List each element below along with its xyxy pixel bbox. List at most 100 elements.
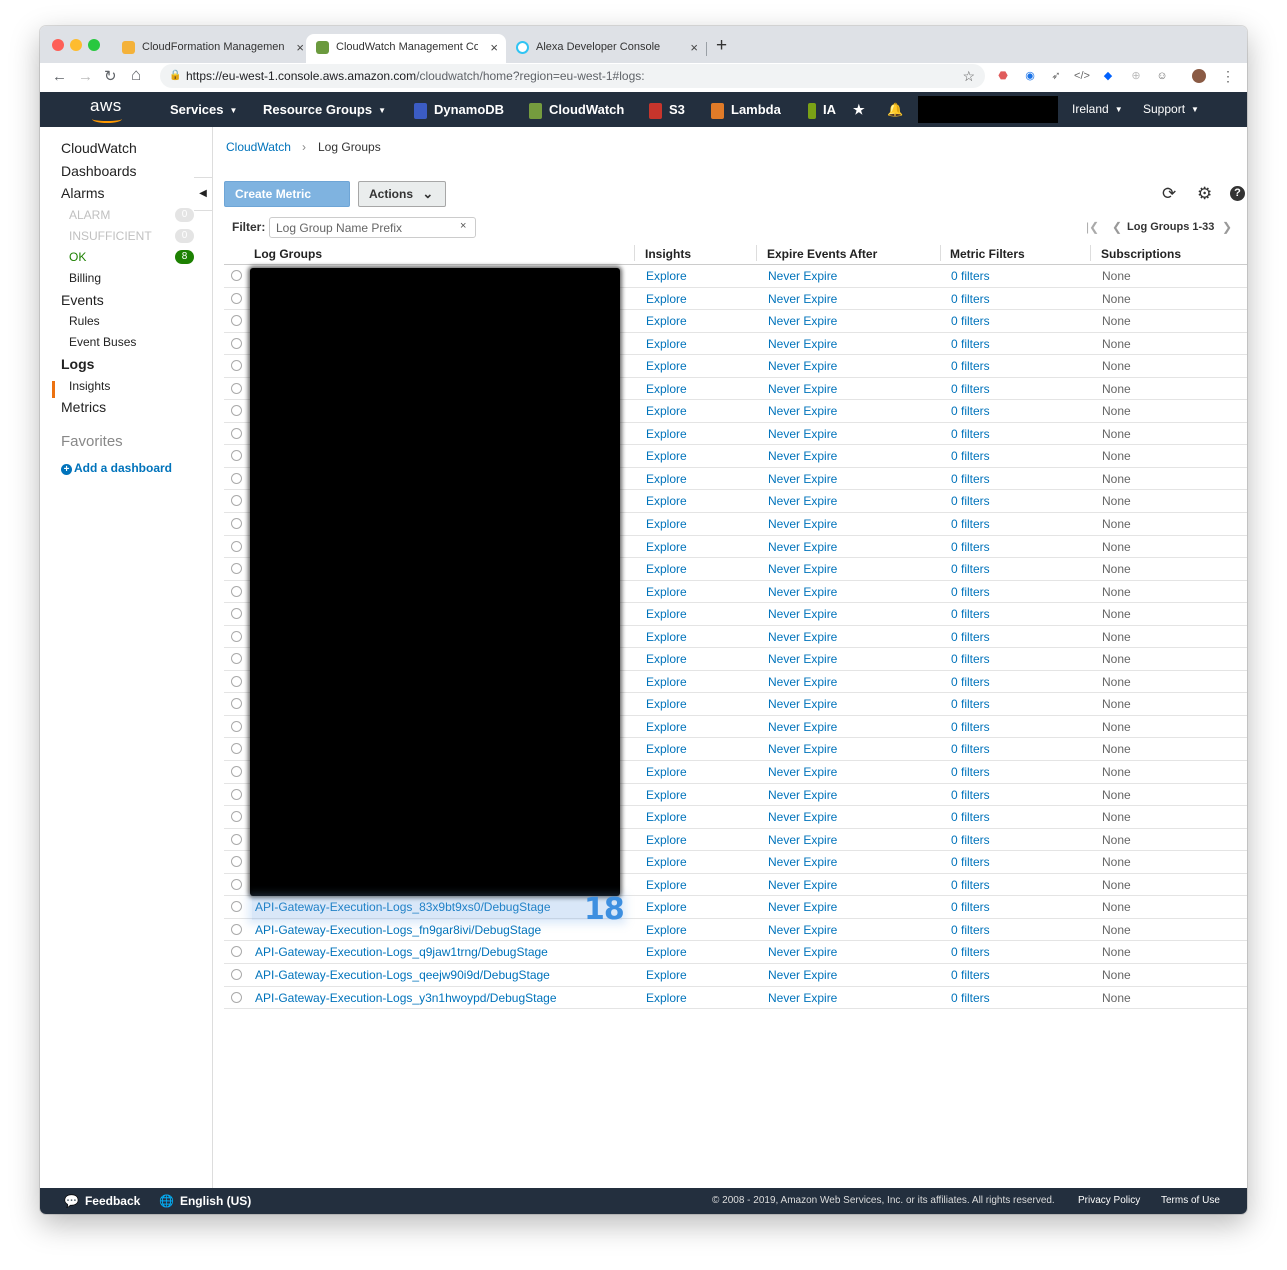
region-menu[interactable]: Ireland ▼ bbox=[1072, 92, 1123, 127]
sidebar-item-ok[interactable]: OK bbox=[69, 250, 86, 264]
expire-events-link[interactable]: Never Expire bbox=[768, 855, 837, 869]
tab-alexa[interactable]: Alexa Developer Console × bbox=[506, 34, 706, 63]
metric-filters-link[interactable]: 0 filters bbox=[951, 269, 990, 283]
sidebar-item-insufficient[interactable]: INSUFFICIENT bbox=[69, 229, 152, 243]
explore-insights-link[interactable]: Explore bbox=[646, 991, 687, 1005]
expire-events-link[interactable]: Never Expire bbox=[768, 382, 837, 396]
breadcrumb-cloudwatch-link[interactable]: CloudWatch bbox=[226, 140, 291, 154]
log-group-filter-input[interactable] bbox=[269, 217, 476, 238]
metric-filters-link[interactable]: 0 filters bbox=[951, 652, 990, 666]
extension-icon[interactable]: ⬣ bbox=[995, 68, 1011, 84]
metric-filters-link[interactable]: 0 filters bbox=[951, 449, 990, 463]
explore-insights-link[interactable]: Explore bbox=[646, 652, 687, 666]
metric-filters-link[interactable]: 0 filters bbox=[951, 675, 990, 689]
row-select-radio[interactable] bbox=[231, 878, 242, 890]
explore-insights-link[interactable]: Explore bbox=[646, 945, 687, 959]
url-bar[interactable]: 🔒 https://eu-west-1.console.aws.amazon.c… bbox=[160, 64, 985, 88]
close-tab-icon[interactable]: × bbox=[690, 34, 698, 61]
tab-cloudwatch[interactable]: CloudWatch Management Console × bbox=[306, 34, 506, 63]
sidebar-item-events[interactable]: Events bbox=[61, 292, 104, 308]
row-select-radio[interactable] bbox=[231, 653, 242, 665]
expire-events-link[interactable]: Never Expire bbox=[768, 540, 837, 554]
language-selector[interactable]: 🌐 English (US) bbox=[159, 1188, 251, 1214]
close-window-button[interactable] bbox=[52, 39, 64, 51]
expire-events-link[interactable]: Never Expire bbox=[768, 517, 837, 531]
first-page-icon[interactable]: |❮ bbox=[1086, 220, 1099, 234]
table-row[interactable]: API-Gateway-Execution-Logs_fn9gar8ivi/De… bbox=[224, 919, 1247, 942]
close-tab-icon[interactable]: × bbox=[296, 34, 304, 61]
expire-events-link[interactable]: Never Expire bbox=[768, 269, 837, 283]
row-select-radio[interactable] bbox=[231, 720, 242, 732]
metric-filters-link[interactable]: 0 filters bbox=[951, 968, 990, 982]
row-select-radio[interactable] bbox=[231, 608, 242, 620]
explore-insights-link[interactable]: Explore bbox=[646, 494, 687, 508]
explore-insights-link[interactable]: Explore bbox=[646, 449, 687, 463]
expire-events-link[interactable]: Never Expire bbox=[768, 630, 837, 644]
bell-icon[interactable]: 🔔 bbox=[887, 92, 903, 127]
sidebar-item-insights[interactable]: Insights bbox=[69, 379, 110, 393]
row-select-radio[interactable] bbox=[231, 991, 242, 1003]
row-select-radio[interactable] bbox=[231, 382, 242, 394]
gear-icon[interactable]: ⚙ bbox=[1197, 184, 1212, 204]
expire-events-link[interactable]: Never Expire bbox=[768, 900, 837, 914]
row-select-radio[interactable] bbox=[231, 923, 242, 935]
metric-filters-link[interactable]: 0 filters bbox=[951, 607, 990, 621]
rocket-extension-icon[interactable]: ➶ bbox=[1048, 68, 1064, 84]
sidebar-item-alarms[interactable]: Alarms bbox=[61, 185, 105, 201]
explore-insights-link[interactable]: Explore bbox=[646, 810, 687, 824]
expire-events-link[interactable]: Never Expire bbox=[768, 923, 837, 937]
explore-insights-link[interactable]: Explore bbox=[646, 359, 687, 373]
row-select-radio[interactable] bbox=[231, 495, 242, 507]
row-select-radio[interactable] bbox=[231, 630, 242, 642]
explore-insights-link[interactable]: Explore bbox=[646, 427, 687, 441]
log-group-name-link[interactable]: API-Gateway-Execution-Logs_fn9gar8ivi/De… bbox=[255, 923, 541, 937]
sidebar-item-alarm[interactable]: ALARM bbox=[69, 208, 110, 222]
privacy-policy-link[interactable]: Privacy Policy bbox=[1078, 1188, 1140, 1214]
metric-filters-link[interactable]: 0 filters bbox=[951, 788, 990, 802]
support-menu[interactable]: Support ▼ bbox=[1143, 92, 1199, 127]
new-tab-button[interactable]: + bbox=[716, 33, 727, 59]
code-extension-icon[interactable]: </> bbox=[1074, 68, 1090, 84]
expire-events-link[interactable]: Never Expire bbox=[768, 675, 837, 689]
expire-events-link[interactable]: Never Expire bbox=[768, 607, 837, 621]
pin-icon[interactable]: ★ bbox=[853, 92, 865, 127]
row-select-radio[interactable] bbox=[231, 743, 242, 755]
row-select-radio[interactable] bbox=[231, 540, 242, 552]
expire-events-link[interactable]: Never Expire bbox=[768, 494, 837, 508]
expire-events-link[interactable]: Never Expire bbox=[768, 359, 837, 373]
explore-insights-link[interactable]: Explore bbox=[646, 878, 687, 892]
row-select-radio[interactable] bbox=[231, 856, 242, 868]
expire-events-link[interactable]: Never Expire bbox=[768, 427, 837, 441]
metric-filters-link[interactable]: 0 filters bbox=[951, 517, 990, 531]
shortcut-ia[interactable]: IA bbox=[808, 92, 836, 127]
reload-icon[interactable]: ↻ bbox=[104, 67, 117, 87]
explore-insights-link[interactable]: Explore bbox=[646, 900, 687, 914]
shortcut-lambda[interactable]: Lambda bbox=[711, 92, 781, 127]
sidebar-item-dashboards[interactable]: Dashboards bbox=[61, 163, 137, 179]
column-header-metric-filters[interactable]: Metric Filters bbox=[950, 247, 1025, 261]
sidebar-item-billing[interactable]: Billing bbox=[69, 271, 101, 285]
feedback-link[interactable]: 💬 Feedback bbox=[64, 1188, 140, 1214]
row-select-radio[interactable] bbox=[231, 675, 242, 687]
expire-events-link[interactable]: Never Expire bbox=[768, 562, 837, 576]
metric-filters-link[interactable]: 0 filters bbox=[951, 630, 990, 644]
row-select-radio[interactable] bbox=[231, 427, 242, 439]
table-row[interactable]: API-Gateway-Execution-Logs_q9jaw1trng/De… bbox=[224, 941, 1247, 964]
metric-filters-link[interactable]: 0 filters bbox=[951, 404, 990, 418]
explore-insights-link[interactable]: Explore bbox=[646, 292, 687, 306]
expire-events-link[interactable]: Never Expire bbox=[768, 742, 837, 756]
maximize-window-button[interactable] bbox=[88, 39, 100, 51]
metric-filters-link[interactable]: 0 filters bbox=[951, 991, 990, 1005]
column-header-log-groups[interactable]: Log Groups bbox=[254, 247, 322, 261]
shortcut-cloudwatch[interactable]: CloudWatch bbox=[529, 92, 624, 127]
expire-events-link[interactable]: Never Expire bbox=[768, 697, 837, 711]
metric-filters-link[interactable]: 0 filters bbox=[951, 810, 990, 824]
row-select-radio[interactable] bbox=[231, 698, 242, 710]
metric-filters-link[interactable]: 0 filters bbox=[951, 359, 990, 373]
row-select-radio[interactable] bbox=[231, 901, 242, 913]
expire-events-link[interactable]: Never Expire bbox=[768, 968, 837, 982]
expire-events-link[interactable]: Never Expire bbox=[768, 449, 837, 463]
row-select-radio[interactable] bbox=[231, 360, 242, 372]
metric-filters-link[interactable]: 0 filters bbox=[951, 742, 990, 756]
expire-events-link[interactable]: Never Expire bbox=[768, 404, 837, 418]
